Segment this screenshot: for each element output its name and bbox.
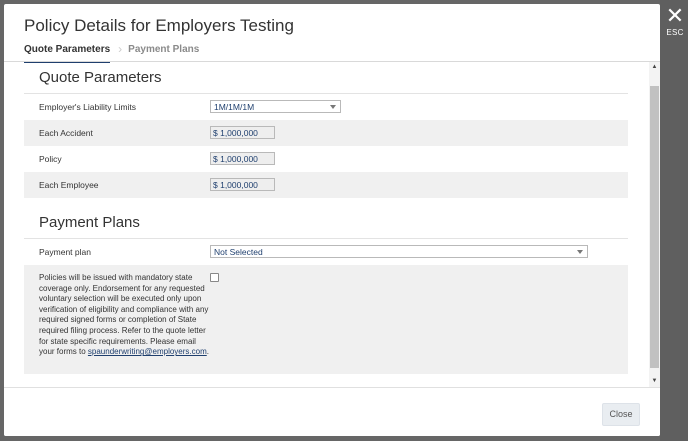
underwriting-email-link[interactable]: spaunderwriting@employers.com — [88, 347, 207, 356]
modal-footer: Close — [4, 387, 660, 436]
policy-label: Policy — [39, 154, 62, 164]
vertical-scrollbar[interactable]: ▲ ▼ — [649, 62, 660, 387]
close-button[interactable]: Close — [602, 403, 640, 426]
liability-limits-value: 1M/1M/1M — [214, 102, 255, 112]
modal-scroll-area[interactable]: Quote Parameters Employer's Liability Li… — [4, 62, 660, 387]
quote-parameters-heading: Quote Parameters — [39, 69, 162, 86]
each-accident-field[interactable]: $ 1,000,000 — [210, 126, 275, 139]
scrollbar-thumb[interactable] — [650, 86, 659, 368]
esc-label: ESC — [666, 28, 684, 37]
coverage-notice-text: Policies will be issued with mandatory s… — [39, 273, 211, 358]
scroll-down-arrow-icon[interactable]: ▼ — [649, 376, 660, 387]
liability-limits-row: Employer's Liability Limits 1M/1M/1M — [24, 94, 628, 120]
chevron-down-icon — [330, 105, 336, 109]
each-employee-label: Each Employee — [39, 180, 99, 190]
payment-plan-select[interactable]: Not Selected — [210, 245, 588, 258]
each-employee-row: Each Employee $ 1,000,000 — [24, 172, 628, 198]
payment-plan-row: Payment plan Not Selected — [24, 239, 628, 265]
backdrop-right-strip — [660, 0, 688, 441]
each-employee-field[interactable]: $ 1,000,000 — [210, 178, 275, 191]
policy-field[interactable]: $ 1,000,000 — [210, 152, 275, 165]
modal-title: Policy Details for Employers Testing — [24, 16, 294, 35]
acknowledge-checkbox[interactable] — [210, 273, 219, 282]
liability-limits-select[interactable]: 1M/1M/1M — [210, 100, 341, 113]
scroll-up-arrow-icon[interactable]: ▲ — [649, 62, 660, 73]
notice-end-period: . — [206, 347, 209, 357]
payment-plans-heading: Payment Plans — [39, 214, 140, 231]
payment-plan-value: Not Selected — [214, 247, 263, 257]
chevron-right-icon: › — [118, 42, 123, 56]
each-accident-row: Each Accident $ 1,000,000 — [24, 120, 628, 146]
modal-tabs: Quote Parameters › Payment Plans — [24, 42, 199, 63]
liability-limits-label: Employer's Liability Limits — [39, 102, 137, 112]
coverage-notice-body: Policies will be issued with mandatory s… — [39, 273, 209, 357]
esc-close-control[interactable]: ✕ ESC — [664, 6, 686, 38]
payment-plan-label: Payment plan — [39, 247, 91, 257]
each-accident-label: Each Accident — [39, 128, 93, 138]
coverage-notice: Policies will be issued with mandatory s… — [24, 265, 628, 374]
chevron-down-icon — [577, 250, 583, 254]
policy-details-modal: Policy Details for Employers Testing Quo… — [4, 4, 660, 436]
close-icon[interactable]: ✕ — [664, 6, 686, 28]
tab-payment-plans[interactable]: Payment Plans — [128, 44, 199, 61]
policy-row: Policy $ 1,000,000 — [24, 146, 628, 172]
